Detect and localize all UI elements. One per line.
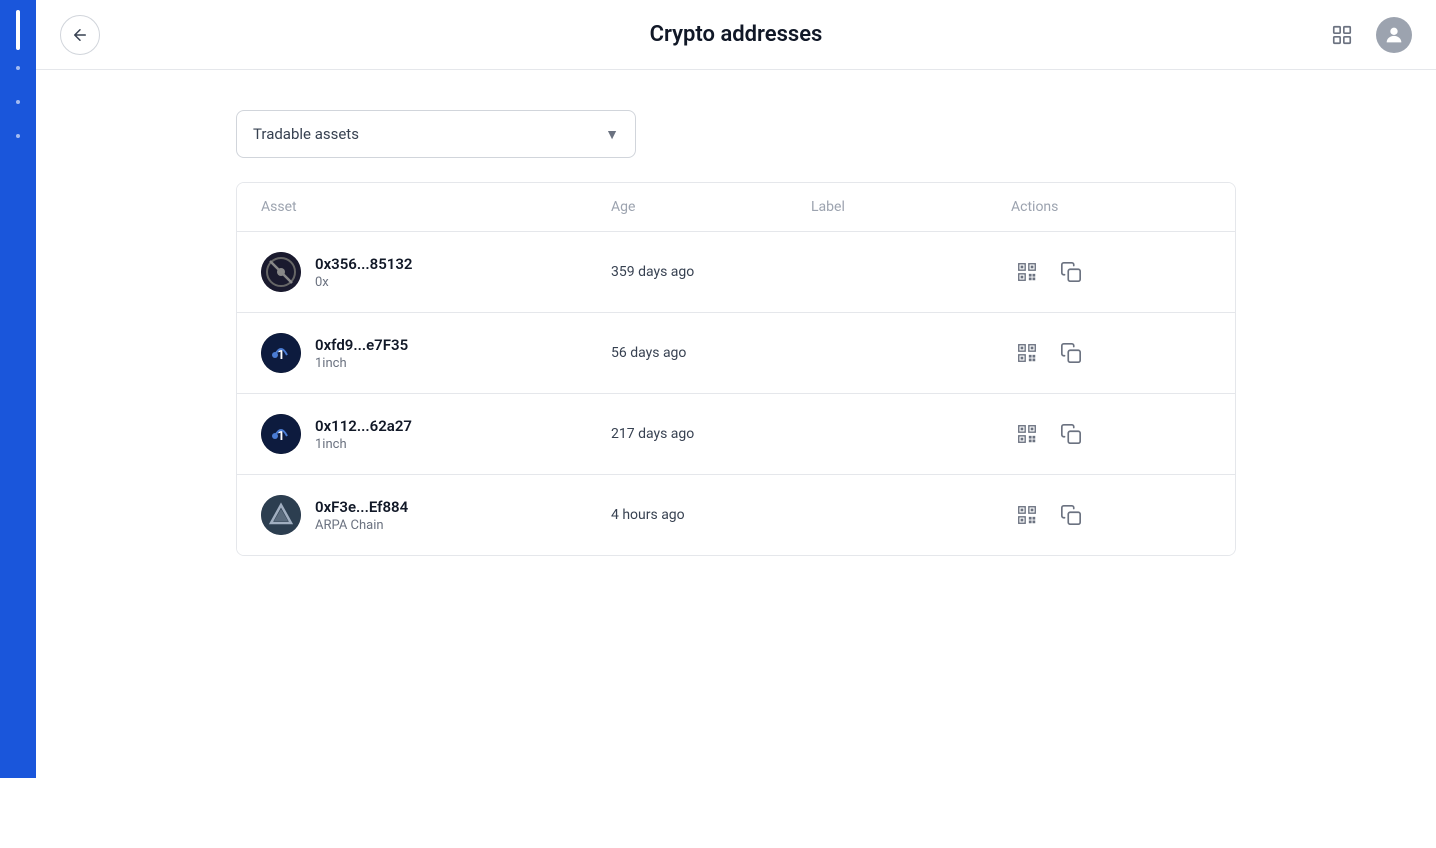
sidebar-indicator — [16, 10, 20, 50]
qr-code-button-3[interactable] — [1011, 418, 1043, 450]
copy-button-4[interactable] — [1055, 499, 1087, 531]
actions-cell-2 — [1011, 337, 1211, 369]
grid-icon[interactable] — [1324, 17, 1360, 53]
table-row: 1 0xfd9...e7F35 1inch 56 days ago — [237, 313, 1235, 394]
table-row: 0xF3e...Ef884 ARPA Chain 4 hours ago — [237, 475, 1235, 555]
filter-dropdown-label: Tradable assets — [253, 125, 359, 143]
asset-cell-2: 1 0xfd9...e7F35 1inch — [261, 333, 611, 373]
qr-code-button-2[interactable] — [1011, 337, 1043, 369]
col-header-actions: Actions — [1011, 199, 1211, 215]
header: Crypto addresses — [36, 0, 1436, 70]
qr-code-button-1[interactable] — [1011, 256, 1043, 288]
sidebar-dot-2 — [16, 100, 20, 104]
asset-address-1: 0x356...85132 — [315, 255, 413, 273]
asset-cell-1: 0x356...85132 0x — [261, 252, 611, 292]
col-header-age: Age — [611, 199, 811, 215]
asset-icon-1 — [261, 252, 301, 292]
asset-subtitle-4: ARPA Chain — [315, 518, 408, 533]
col-header-asset: Asset — [261, 199, 611, 215]
asset-subtitle-1: 0x — [315, 275, 413, 290]
copy-button-1[interactable] — [1055, 256, 1087, 288]
asset-icon-4 — [261, 495, 301, 535]
age-cell-1: 359 days ago — [611, 264, 811, 280]
asset-address-2: 0xfd9...e7F35 — [315, 336, 408, 354]
addresses-table: Asset Age Label Actions 0x356...85132 — [236, 182, 1236, 556]
sidebar — [0, 0, 36, 778]
actions-cell-3 — [1011, 418, 1211, 450]
asset-info-3: 0x112...62a27 1inch — [315, 417, 412, 452]
asset-icon-2: 1 — [261, 333, 301, 373]
col-header-label: Label — [811, 199, 1011, 215]
back-button[interactable] — [60, 15, 100, 55]
asset-address-4: 0xF3e...Ef884 — [315, 498, 408, 516]
age-cell-2: 56 days ago — [611, 345, 811, 361]
header-left — [60, 15, 100, 55]
qr-code-button-4[interactable] — [1011, 499, 1043, 531]
asset-cell-3: 1 0x112...62a27 1inch — [261, 414, 611, 454]
asset-icon-3: 1 — [261, 414, 301, 454]
sidebar-dot-3 — [16, 134, 20, 138]
asset-address-3: 0x112...62a27 — [315, 417, 412, 435]
actions-cell-1 — [1011, 256, 1211, 288]
table-row: 1 0x112...62a27 1inch 217 days ago — [237, 394, 1235, 475]
copy-button-2[interactable] — [1055, 337, 1087, 369]
asset-info-2: 0xfd9...e7F35 1inch — [315, 336, 408, 371]
asset-subtitle-3: 1inch — [315, 437, 412, 452]
sidebar-dot-1 — [16, 66, 20, 70]
copy-button-3[interactable] — [1055, 418, 1087, 450]
page-title: Crypto addresses — [650, 22, 823, 47]
age-cell-3: 217 days ago — [611, 426, 811, 442]
age-cell-4: 4 hours ago — [611, 507, 811, 523]
asset-info-4: 0xF3e...Ef884 ARPA Chain — [315, 498, 408, 533]
table-header: Asset Age Label Actions — [237, 183, 1235, 232]
avatar[interactable] — [1376, 17, 1412, 53]
asset-cell-4: 0xF3e...Ef884 ARPA Chain — [261, 495, 611, 535]
table-row: 0x356...85132 0x 359 days ago — [237, 232, 1235, 313]
main-content: Tradable assets ▼ Asset Age Label Action… — [36, 70, 1436, 778]
asset-filter-dropdown[interactable]: Tradable assets ▼ — [236, 110, 636, 158]
header-right — [1324, 17, 1412, 53]
chevron-down-icon: ▼ — [605, 126, 619, 143]
filter-section: Tradable assets ▼ — [236, 110, 1236, 158]
actions-cell-4 — [1011, 499, 1211, 531]
asset-subtitle-2: 1inch — [315, 356, 408, 371]
asset-info-1: 0x356...85132 0x — [315, 255, 413, 290]
